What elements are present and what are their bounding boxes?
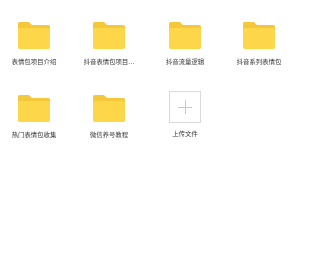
file-grid: 表情包项目介绍 抖音表情包项目... 抖音流量逻辑 抖音系列表情包 热门表情包收… bbox=[0, 0, 300, 270]
folder-label: 抖音系列表情包 bbox=[236, 58, 282, 66]
folder-icon bbox=[17, 93, 51, 123]
folder-label: 热门表情包收集 bbox=[11, 131, 57, 139]
folder-icon bbox=[242, 20, 276, 50]
folder-item[interactable]: 抖音流量逻辑 bbox=[148, 20, 222, 76]
folder-item[interactable]: 抖音系列表情包 bbox=[222, 20, 296, 76]
folder-label: 表情包项目介绍 bbox=[11, 58, 57, 66]
upload-label: 上传文件 bbox=[172, 130, 198, 138]
folder-item[interactable]: 热门表情包收集 bbox=[0, 93, 71, 149]
folder-icon bbox=[92, 93, 126, 123]
folder-icon bbox=[92, 20, 126, 50]
folder-label: 抖音流量逻辑 bbox=[165, 58, 205, 66]
plus-icon[interactable] bbox=[169, 91, 201, 123]
upload-file-button[interactable]: 上传文件 bbox=[148, 91, 222, 147]
folder-icon bbox=[17, 20, 51, 50]
folder-label: 微信养号教程 bbox=[89, 131, 129, 139]
folder-label: 抖音表情包项目... bbox=[83, 58, 135, 66]
folder-icon bbox=[168, 20, 202, 50]
folder-item[interactable]: 表情包项目介绍 bbox=[0, 20, 71, 76]
folder-item[interactable]: 抖音表情包项目... bbox=[72, 20, 146, 76]
folder-item[interactable]: 微信养号教程 bbox=[72, 93, 146, 149]
